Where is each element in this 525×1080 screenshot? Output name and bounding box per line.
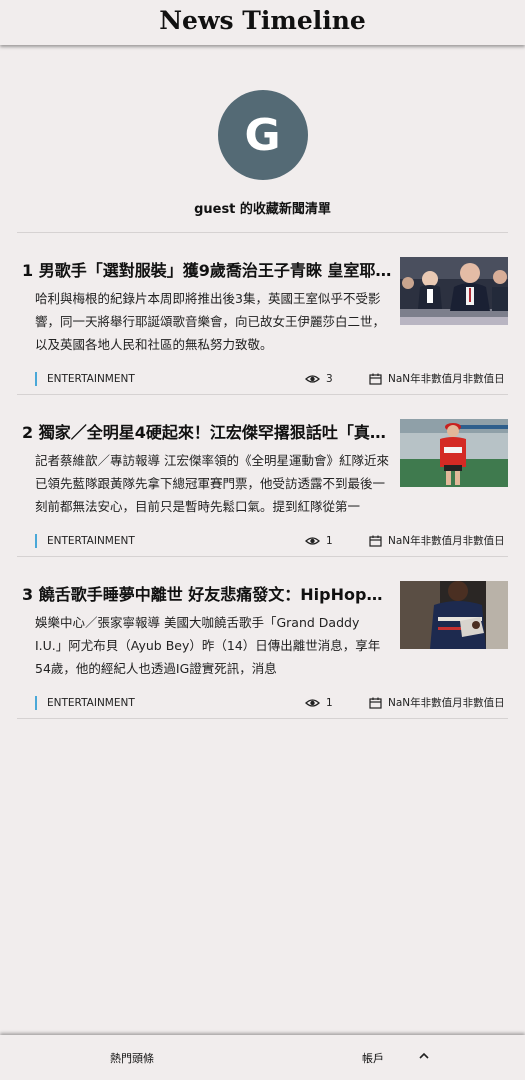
category-label[interactable]: ENTERTAINMENT [35,534,135,548]
news-item[interactable]: 3 饒舌歌手睡夢中離世 好友悲痛發文：HipHop永遠懷念你 娛樂中心／張家寧報… [17,557,508,719]
bottom-nav: 熱門頭條 帳戶 [0,1035,525,1080]
news-description: 記者蔡維歆／專訪報導 江宏傑率領的《全明星運動會》紅隊近來已領先藍隊跟黃隊先拿下… [35,453,389,514]
publish-date-value: NaN年非數值月非數值日 [388,535,505,547]
eye-icon [305,375,320,383]
profile-section: G guest 的收藏新聞清單 [0,90,525,217]
publish-date: NaN年非數值月非數值日 [369,372,505,386]
news-description: 娛樂中心／張家寧報導 美國大咖饒舌歌手「Grand Daddy I.U.」阿尤布… [35,615,381,676]
profile-caption: guest 的收藏新聞清單 [194,202,331,217]
news-title[interactable]: 3 饒舌歌手睡夢中離世 好友悲痛發文：HipHop永遠懷念你 [22,581,392,605]
calendar-icon [369,535,382,547]
publish-date-value: NaN年非數值月非數值日 [388,373,505,385]
nav-hot-headlines[interactable]: 熱門頭條 [110,1050,154,1066]
view-count-value: 3 [326,373,333,385]
news-meta: ENTERTAINMENT 1 NaN年非數值月非數值日 [35,696,508,710]
chevron-up-icon[interactable] [418,1051,430,1061]
news-meta: ENTERTAINMENT 3 NaN年非數值月非數值日 [35,372,508,386]
page-title: News Timeline [159,6,366,35]
news-item[interactable]: 1 男歌手「選對服裝」獲9歲喬治王子青睞 皇室耶誕頌歌音樂會 哈利與梅根的紀錄片… [17,233,508,395]
news-list: 1 男歌手「選對服裝」獲9歲喬治王子青睞 皇室耶誕頌歌音樂會 哈利與梅根的紀錄片… [17,233,508,719]
category-label[interactable]: ENTERTAINMENT [35,696,135,710]
news-thumbnail[interactable] [400,581,508,649]
header-bar: News Timeline [0,0,525,45]
news-thumbnail[interactable] [400,257,508,325]
nav-account[interactable]: 帳戶 [362,1050,384,1066]
news-title[interactable]: 2 獨家／全明星4硬起來！江宏傑罕撂狠話吐「真心話」 [22,419,392,443]
view-count: 1 [305,696,333,710]
view-count: 1 [305,534,333,548]
news-meta: ENTERTAINMENT 1 NaN年非數值月非數值日 [35,534,508,548]
avatar: G [217,90,308,180]
publish-date: NaN年非數值月非數值日 [369,696,505,710]
category-label[interactable]: ENTERTAINMENT [35,372,135,386]
view-count: 3 [305,372,333,386]
calendar-icon [369,697,382,709]
news-thumbnail[interactable] [400,419,508,487]
eye-icon [305,699,320,707]
calendar-icon [369,373,382,385]
eye-icon [305,537,320,545]
publish-date-value: NaN年非數值月非數值日 [388,697,505,709]
news-item[interactable]: 2 獨家／全明星4硬起來！江宏傑罕撂狠話吐「真心話」 記者蔡維歆／專訪報導 江宏… [17,395,508,557]
news-description: 哈利與梅根的紀錄片本周即將推出後3集，英國王室似乎不受影響，同一天將舉行耶誕頌歌… [35,291,386,352]
view-count-value: 1 [326,697,333,709]
publish-date: NaN年非數值月非數值日 [369,534,505,548]
view-count-value: 1 [326,535,333,547]
news-title[interactable]: 1 男歌手「選對服裝」獲9歲喬治王子青睞 皇室耶誕頌歌音樂會 [22,257,392,281]
